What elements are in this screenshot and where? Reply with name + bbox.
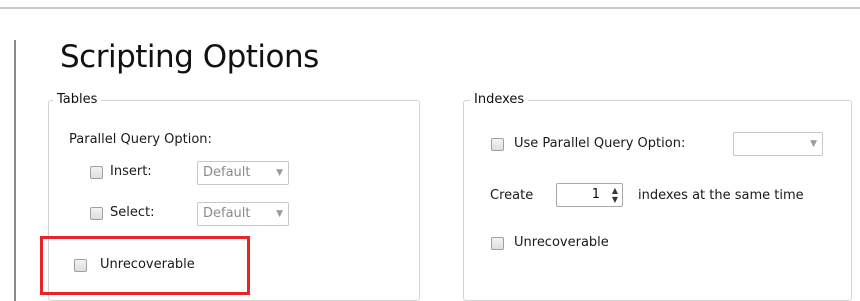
use-parallel-query-checkbox[interactable] xyxy=(491,138,504,151)
indexes-group: Indexes Use Parallel Query Option: ▼ Cre… xyxy=(463,91,852,301)
use-parallel-query-label: Use Parallel Query Option: xyxy=(514,136,686,151)
indexes-unrecoverable-checkbox[interactable] xyxy=(491,237,504,250)
left-divider xyxy=(14,40,16,301)
insert-parallel-select[interactable]: Default ▼ xyxy=(197,161,289,185)
same-time-label: indexes at the same time xyxy=(638,188,804,203)
create-label: Create xyxy=(490,188,534,203)
index-parallel-select[interactable]: ▼ xyxy=(733,132,823,156)
chevron-down-icon: ▼ xyxy=(276,168,283,178)
indexes-group-legend: Indexes xyxy=(470,91,529,109)
spin-up-icon[interactable]: ▲ xyxy=(612,186,618,195)
chevron-down-icon: ▼ xyxy=(276,209,283,219)
chevron-down-icon: ▼ xyxy=(810,139,817,149)
parallel-query-option-label: Parallel Query Option: xyxy=(69,132,212,147)
select-parallel-select[interactable]: Default ▼ xyxy=(197,202,289,226)
insert-checkbox[interactable] xyxy=(90,166,103,179)
indexes-unrecoverable-label: Unrecoverable xyxy=(514,235,609,250)
page-title: Scripting Options xyxy=(60,39,319,75)
top-divider xyxy=(0,0,860,9)
unrecoverable-highlight-box xyxy=(40,236,250,295)
spin-down-icon[interactable]: ▼ xyxy=(612,195,618,204)
index-count-value: 1 xyxy=(591,187,600,202)
insert-parallel-value: Default xyxy=(203,165,251,180)
index-count-spinner[interactable]: 1 ▲ ▼ xyxy=(556,183,623,207)
select-label: Select: xyxy=(110,205,155,220)
tables-group-legend: Tables xyxy=(53,91,102,109)
select-parallel-value: Default xyxy=(203,206,251,221)
select-checkbox[interactable] xyxy=(90,207,103,220)
insert-label: Insert: xyxy=(110,164,152,179)
